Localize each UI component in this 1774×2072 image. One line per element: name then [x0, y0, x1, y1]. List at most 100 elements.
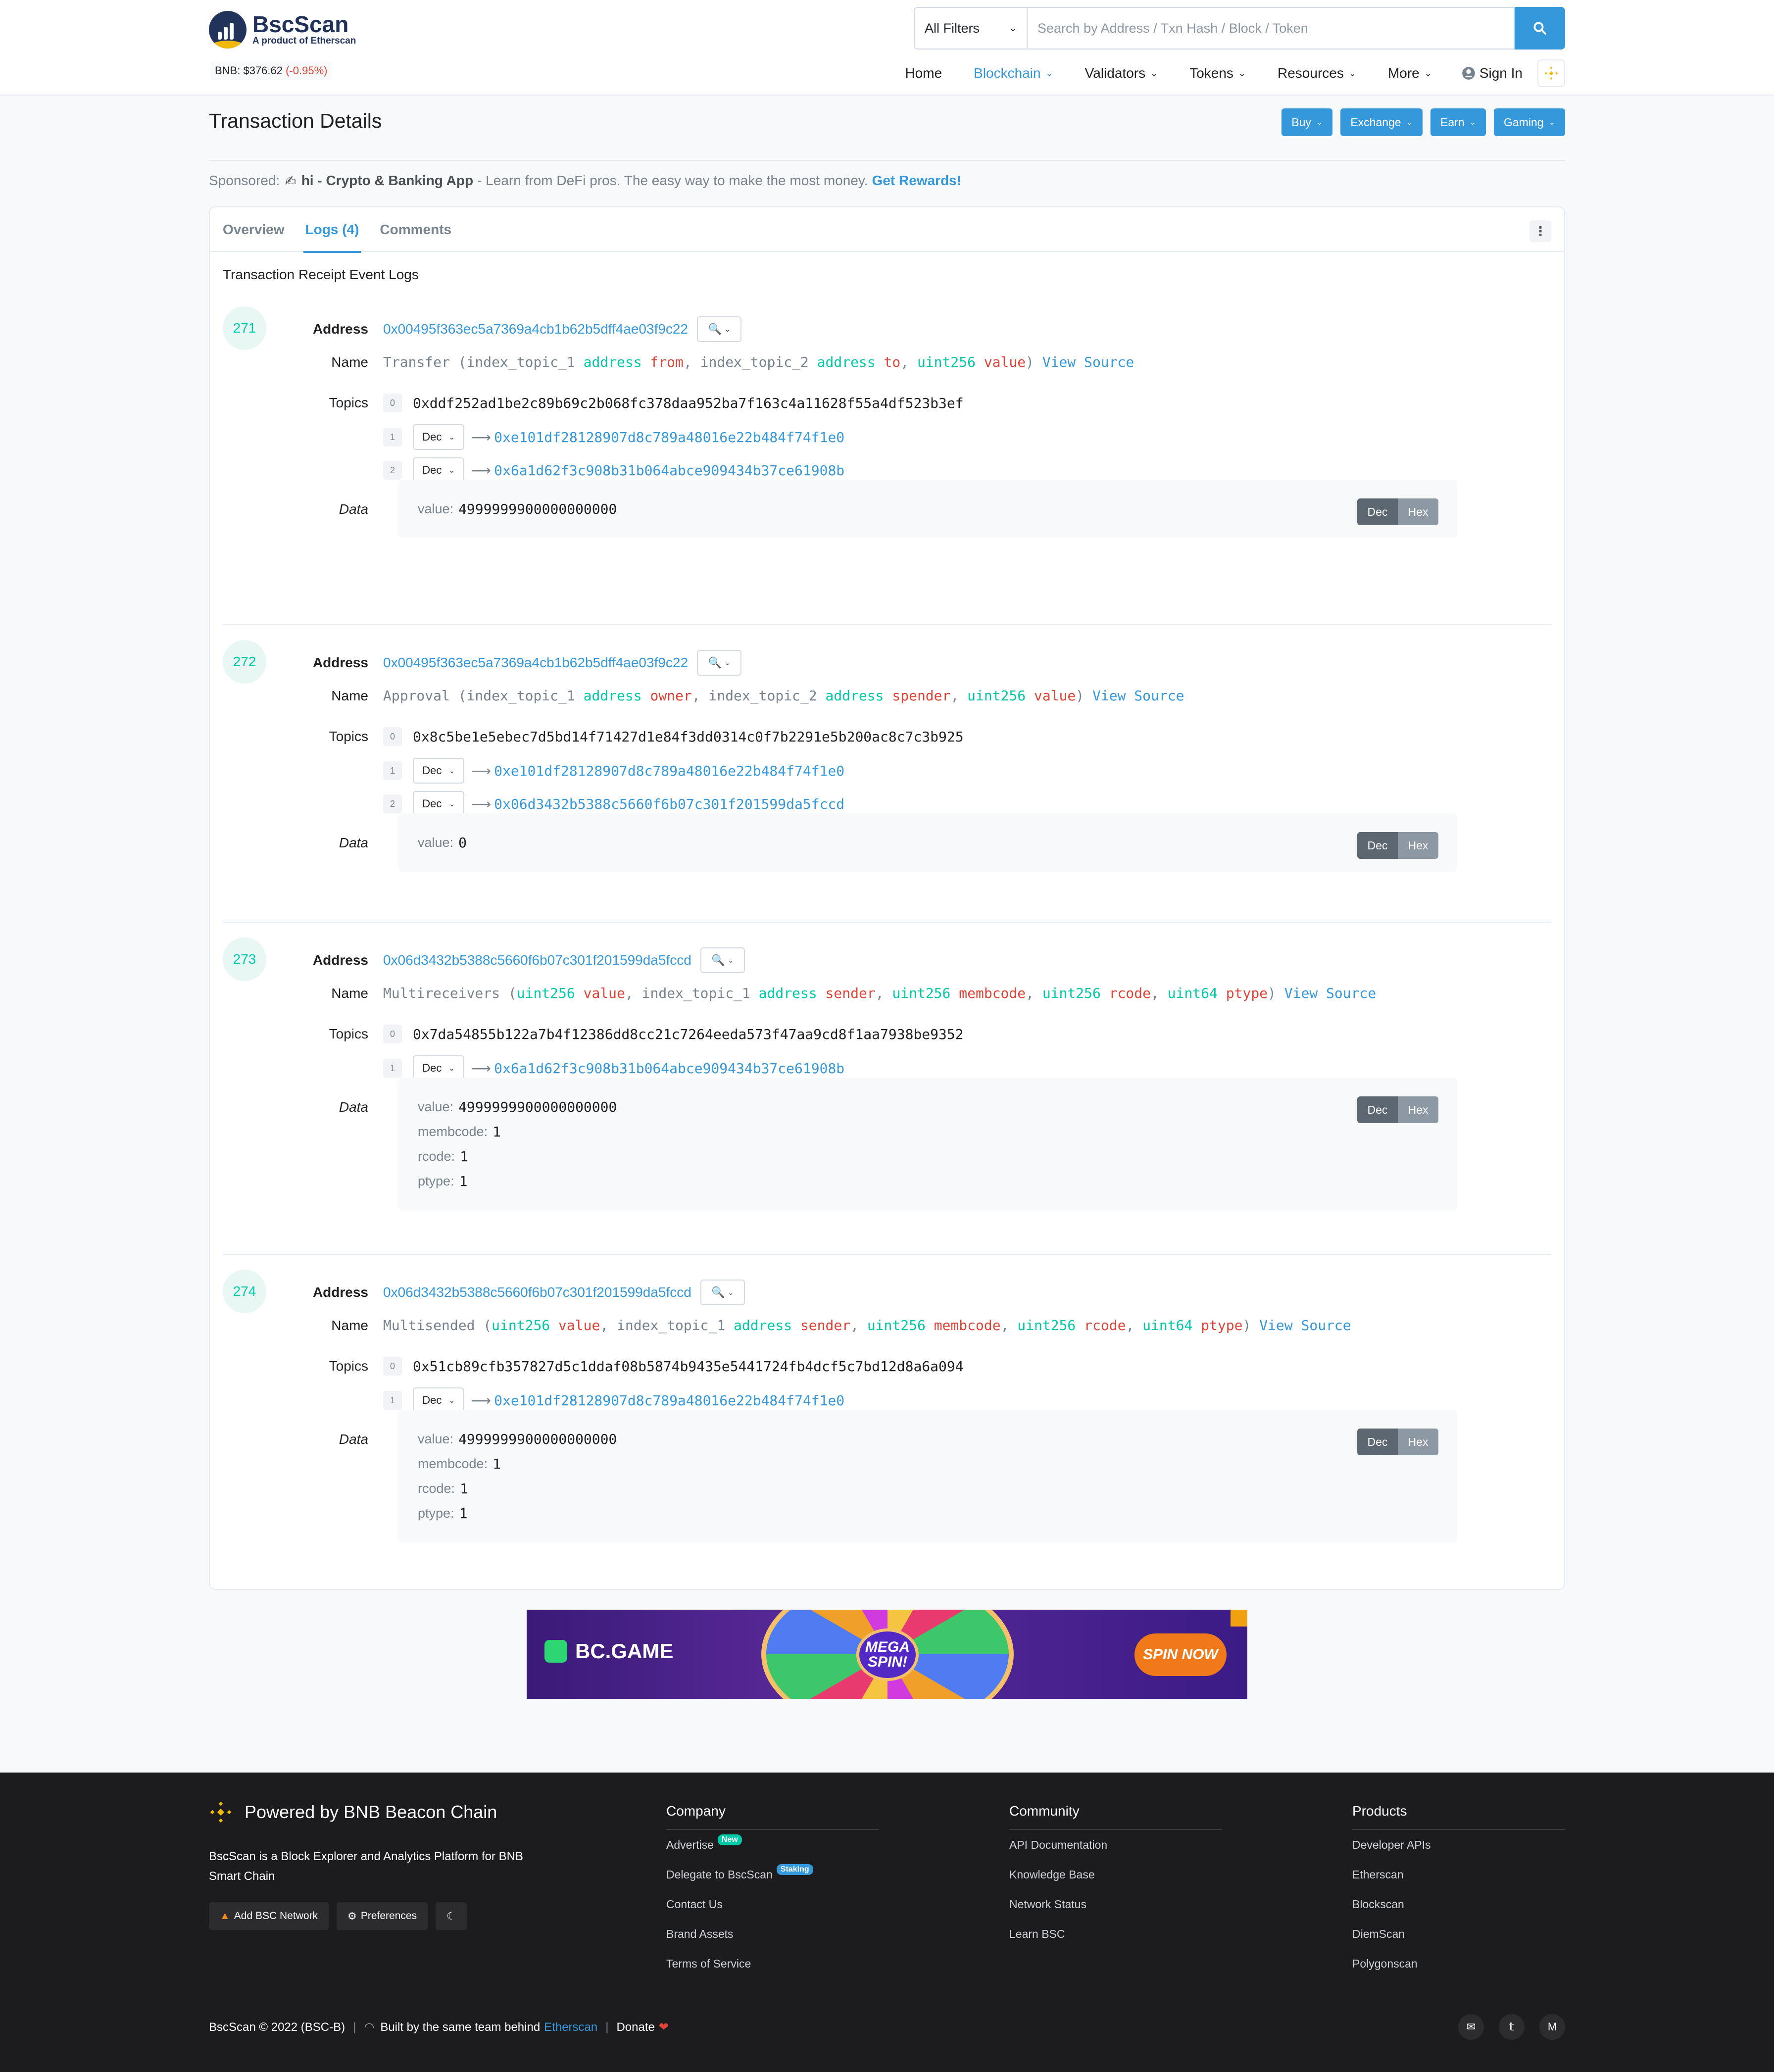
topics-label: Topics	[329, 729, 368, 744]
footer-link-knowledge-base[interactable]: Knowledge Base	[1009, 1860, 1222, 1889]
topic-address-link[interactable]: 0x06d3432b5388c5660f6b07c301f201599da5fc…	[494, 796, 844, 812]
chevron-down-icon: ⌄	[728, 1288, 734, 1296]
hex-button[interactable]: Hex	[1398, 1429, 1438, 1455]
earn-button[interactable]: Earn ⌄	[1430, 108, 1486, 136]
nav-validators[interactable]: Validators ⌄	[1085, 65, 1158, 81]
topic-address-link[interactable]: 0xe101df28128907d8c789a48016e22b484f74f1…	[494, 1392, 844, 1409]
arrow-right-icon: ⟶	[471, 1392, 492, 1408]
footer-brand: Powered by BNB Beacon Chain	[209, 1800, 497, 1824]
gaming-button[interactable]: Gaming ⌄	[1494, 108, 1565, 136]
nav-tokens[interactable]: Tokens ⌄	[1189, 65, 1246, 81]
donate-link[interactable]: Donate	[616, 2021, 654, 2034]
ad-choices-icon[interactable]	[1231, 1610, 1247, 1627]
add-bsc-network-button[interactable]: ▲ Add BSC Network	[209, 1902, 329, 1930]
dark-mode-toggle[interactable]: ☾	[436, 1902, 467, 1930]
data-field: value :4999999900000000000	[418, 500, 617, 517]
bnb-network-button[interactable]	[1537, 59, 1565, 87]
footer-link-brand-assets[interactable]: Brand Assets	[666, 1919, 879, 1949]
event-signature: Transfer (index_topic_1 address from, in…	[383, 354, 1134, 370]
address-search-dropdown[interactable]: 🔍 ⌄	[700, 1280, 745, 1305]
footer-link-diemscan[interactable]: DiemScan	[1352, 1919, 1565, 1949]
footer-link-blockscan[interactable]: Blockscan	[1352, 1889, 1565, 1919]
data-field: value :4999999900000000000	[418, 1431, 617, 1447]
log-address-link[interactable]: 0x00495f363ec5a7369a4cb1b62b5dff4ae03f9c…	[383, 321, 688, 337]
topic-address-link[interactable]: 0xe101df28128907d8c789a48016e22b484f74f1…	[494, 429, 844, 445]
chevron-down-icon: ⌄	[448, 766, 455, 775]
bscscan-logo[interactable]: BscScan A product of Etherscan	[209, 11, 356, 49]
more-options-icon[interactable]: ⋮	[1529, 220, 1551, 242]
footer-link-developer-apis[interactable]: Developer APIs	[1352, 1830, 1565, 1860]
footer-link-delegate[interactable]: Delegate to BscScan Staking	[666, 1860, 879, 1889]
log-address-link[interactable]: 0x06d3432b5388c5660f6b07c301f201599da5fc…	[383, 952, 691, 968]
topic-0-hash: 0xddf252ad1be2c89b69c2b068fc378daa952ba7…	[413, 395, 964, 411]
footer-link-api-docs[interactable]: API Documentation	[1009, 1830, 1222, 1860]
footer-link-polygonscan[interactable]: Polygonscan	[1352, 1949, 1565, 1978]
footer-link-contact[interactable]: Contact Us	[666, 1889, 879, 1919]
arrow-right-icon: ⟶	[471, 462, 492, 478]
footer-link-etherscan[interactable]: Etherscan	[1352, 1860, 1565, 1889]
footer-link-learn-bsc[interactable]: Learn BSC	[1009, 1919, 1222, 1949]
price-change: (-0.95%)	[286, 64, 328, 77]
nav-blockchain[interactable]: Blockchain ⌄	[974, 65, 1053, 81]
log-address-link[interactable]: 0x06d3432b5388c5660f6b07c301f201599da5fc…	[383, 1284, 691, 1300]
sign-in-link[interactable]: Sign In	[1462, 65, 1523, 81]
dec-button[interactable]: Dec	[1357, 498, 1398, 525]
topic-address-link[interactable]: 0xe101df28128907d8c789a48016e22b484f74f1…	[494, 763, 844, 779]
bc-game-ad-banner[interactable]: BC.GAME MEGA SPIN! SPIN NOW	[527, 1610, 1247, 1699]
page-title-row: Transaction Details Buy ⌄ Exchange ⌄ Earn ⌄…	[209, 96, 1565, 160]
address-search-dropdown[interactable]: 🔍 ⌄	[700, 947, 745, 973]
dec-button[interactable]: Dec	[1357, 832, 1398, 859]
footer-link-advertise[interactable]: Advertise New	[666, 1830, 879, 1860]
moon-icon: ☾	[446, 1910, 456, 1922]
footer-link-network-status[interactable]: Network Status	[1009, 1889, 1222, 1919]
etherscan-link[interactable]: Etherscan	[544, 2021, 597, 2034]
footer-link-terms[interactable]: Terms of Service	[666, 1949, 879, 1978]
dec-button[interactable]: Dec	[1357, 1096, 1398, 1123]
topic-format-select[interactable]: Dec ⌄	[413, 424, 464, 450]
sponsor-cta-link[interactable]: Get Rewards!	[872, 173, 962, 189]
medium-icon[interactable]: M	[1539, 2014, 1565, 2040]
topic-address-link[interactable]: 0x6a1d62f3c908b31b064abce909434b37ce6190…	[494, 1060, 844, 1077]
buy-button[interactable]: Buy ⌄	[1281, 108, 1333, 136]
address-search-dropdown[interactable]: 🔍 ⌄	[697, 316, 742, 342]
view-source-link[interactable]: View Source	[1092, 688, 1184, 704]
chevron-down-icon: ⌄	[448, 799, 455, 808]
view-source-link[interactable]: View Source	[1284, 985, 1376, 1001]
topic-index: 1	[383, 1059, 402, 1078]
tab-comments[interactable]: Comments	[380, 207, 451, 252]
topic-0-hash: 0x7da54855b122a7b4f12386dd8cc21c7264eeda…	[413, 1026, 964, 1042]
topic-0-hash: 0x51cb89cfb357827d5c1ddaf08b5874b9435e54…	[413, 1358, 964, 1375]
event-signature: Multireceivers (uint256 value, index_top…	[383, 985, 1377, 1001]
email-icon[interactable]: ✉	[1458, 2014, 1484, 2040]
topic-index: 0	[383, 727, 402, 746]
topic-address-link[interactable]: 0x6a1d62f3c908b31b064abce909434b37ce6190…	[494, 462, 844, 479]
address-search-dropdown[interactable]: 🔍 ⌄	[697, 650, 742, 676]
view-source-link[interactable]: View Source	[1259, 1317, 1351, 1333]
sponsor-name[interactable]: hi - Crypto & Banking App	[301, 173, 473, 189]
name-label: Name	[331, 354, 368, 370]
topic-format-select[interactable]: Dec ⌄	[413, 758, 464, 784]
filter-select[interactable]: All Filters ⌄	[914, 7, 1027, 49]
preferences-button[interactable]: ⚙ Preferences	[337, 1902, 428, 1930]
hex-button[interactable]: Hex	[1398, 1096, 1438, 1123]
arrow-right-icon: ⟶	[471, 796, 492, 812]
dec-button[interactable]: Dec	[1357, 1429, 1398, 1455]
twitter-icon[interactable]: 𝕥	[1499, 2014, 1525, 2040]
exchange-button[interactable]: Exchange ⌄	[1340, 108, 1423, 136]
hex-button[interactable]: Hex	[1398, 832, 1438, 859]
tab-logs[interactable]: Logs (4)	[303, 207, 361, 253]
data-box: value :4999999900000000000 membcode :1 rco…	[398, 1078, 1457, 1210]
search-input[interactable]: Search by Address / Txn Hash / Block / T…	[1027, 7, 1515, 49]
hex-button[interactable]: Hex	[1398, 498, 1438, 525]
data-label: Data	[339, 1099, 368, 1115]
nav-resources[interactable]: Resources ⌄	[1278, 65, 1356, 81]
log-address-link[interactable]: 0x00495f363ec5a7369a4cb1b62b5dff4ae03f9c…	[383, 655, 688, 671]
logs-card: Overview Logs (4) Comments ⋮ Transaction…	[209, 206, 1565, 1590]
view-source-link[interactable]: View Source	[1042, 354, 1134, 370]
nav-home[interactable]: Home	[905, 65, 942, 81]
search-button[interactable]	[1515, 7, 1565, 49]
search-bar: All Filters ⌄ Search by Address / Txn Ha…	[914, 7, 1565, 49]
tab-overview[interactable]: Overview	[223, 207, 285, 252]
data-label: Data	[339, 1431, 368, 1447]
nav-more[interactable]: More ⌄	[1388, 65, 1432, 81]
